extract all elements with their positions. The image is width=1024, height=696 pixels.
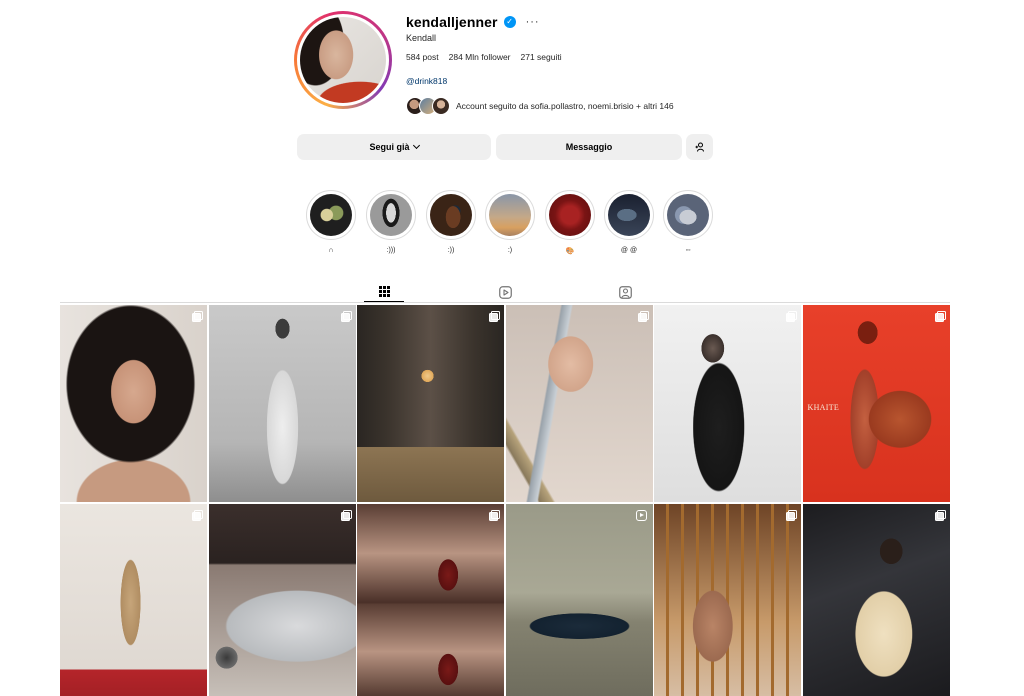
followed-by-text: Account seguito da sofia.pollastro, noem…	[456, 101, 674, 111]
tab-reels[interactable]	[485, 282, 525, 302]
post-thumbnail[interactable]	[60, 503, 207, 696]
grid-icon	[378, 286, 390, 297]
post-thumbnail[interactable]	[505, 305, 653, 502]
profile-avatar	[300, 17, 386, 103]
carousel-icon	[489, 311, 500, 322]
following-button-label: Segui già	[369, 142, 410, 152]
reel-icon	[635, 509, 647, 521]
highlight-label: @ @	[620, 247, 638, 254]
highlight-label: :)))	[386, 247, 396, 254]
followers-count[interactable]: 284 Mln follower	[449, 52, 511, 62]
highlight-item[interactable]: :)	[485, 190, 535, 257]
carousel-icon	[934, 311, 946, 322]
carousel-icon	[786, 311, 797, 322]
carousel-icon	[192, 509, 203, 521]
reels-icon	[498, 285, 512, 299]
highlight-cover	[608, 194, 650, 236]
highlight-item[interactable]: :))	[426, 190, 476, 257]
chevron-down-icon	[412, 141, 420, 150]
username-row: kendalljenner ✓ ···	[406, 14, 540, 30]
post-thumbnail[interactable]	[60, 305, 207, 502]
highlight-label: ∩	[328, 247, 334, 254]
follower-avatar	[432, 97, 450, 115]
highlight-ring	[604, 190, 654, 240]
post-thumbnail[interactable]	[802, 503, 950, 696]
profile-avatar-story-ring[interactable]	[294, 11, 392, 109]
highlight-item[interactable]: ◦◦	[663, 190, 713, 257]
post-thumbnail[interactable]	[357, 503, 504, 696]
profile-link[interactable]: @drink818	[406, 76, 447, 86]
highlight-cover	[549, 194, 591, 236]
tab-tagged[interactable]	[605, 282, 645, 302]
highlight-ring	[485, 190, 535, 240]
highlight-label: :)	[507, 247, 513, 254]
following-count[interactable]: 271 seguiti	[521, 52, 562, 62]
highlight-item[interactable]: ∩	[306, 190, 356, 257]
post-thumbnail[interactable]: KHAITE	[802, 305, 950, 502]
suggested-accounts-button[interactable]	[686, 134, 713, 160]
post-thumbnail[interactable]	[654, 305, 801, 502]
following-button[interactable]: Segui già	[297, 134, 491, 160]
carousel-icon	[340, 311, 352, 322]
post-thumbnail[interactable]	[654, 503, 801, 696]
post-thumbnail[interactable]	[208, 503, 356, 696]
post-thumbnail[interactable]	[505, 503, 653, 696]
highlight-ring	[426, 190, 476, 240]
highlight-cover	[370, 194, 412, 236]
highlight-cover	[667, 194, 709, 236]
carousel-icon	[489, 509, 500, 521]
full-name: Kendall	[406, 33, 437, 43]
username: kendalljenner	[406, 14, 498, 30]
carousel-icon	[637, 311, 649, 322]
highlight-item[interactable]: 🎨	[545, 190, 595, 257]
highlight-cover	[489, 194, 531, 236]
highlight-item[interactable]: :)))	[366, 190, 416, 257]
message-button[interactable]: Messaggio	[496, 134, 682, 160]
add-person-icon	[695, 142, 704, 152]
highlight-cover	[430, 194, 472, 236]
carousel-icon	[786, 509, 797, 521]
profile-avatar-frame	[297, 14, 389, 106]
more-horizontal-icon[interactable]: ···	[526, 16, 540, 28]
highlight-ring	[663, 190, 713, 240]
highlight-ring	[545, 190, 595, 240]
carousel-icon	[192, 311, 203, 322]
profile-stats: 584 post 284 Mln follower 271 seguiti	[406, 52, 562, 62]
tab-posts[interactable]	[364, 282, 404, 302]
highlight-label: :))	[447, 247, 455, 254]
tagged-icon	[618, 285, 632, 299]
carousel-icon	[934, 509, 946, 521]
post-image-text: KHAITE	[807, 403, 840, 412]
highlight-item[interactable]: @ @	[604, 190, 654, 257]
highlight-ring	[366, 190, 416, 240]
followed-by-avatars	[406, 97, 450, 115]
highlight-ring	[306, 190, 356, 240]
message-button-label: Messaggio	[565, 142, 613, 152]
highlight-cover	[310, 194, 352, 236]
posts-count: 584 post	[406, 52, 439, 62]
tabs-divider	[60, 302, 950, 303]
posts-grid: KHAITE	[60, 305, 950, 696]
post-thumbnail[interactable]	[357, 305, 504, 502]
followed-by-row[interactable]: Account seguito da sofia.pollastro, noem…	[406, 97, 674, 115]
post-thumbnail[interactable]	[208, 305, 356, 502]
carousel-icon	[340, 509, 352, 521]
highlight-label: 🎨	[565, 248, 575, 255]
verified-badge-icon: ✓	[503, 16, 516, 28]
highlight-label: ◦◦	[685, 247, 691, 254]
